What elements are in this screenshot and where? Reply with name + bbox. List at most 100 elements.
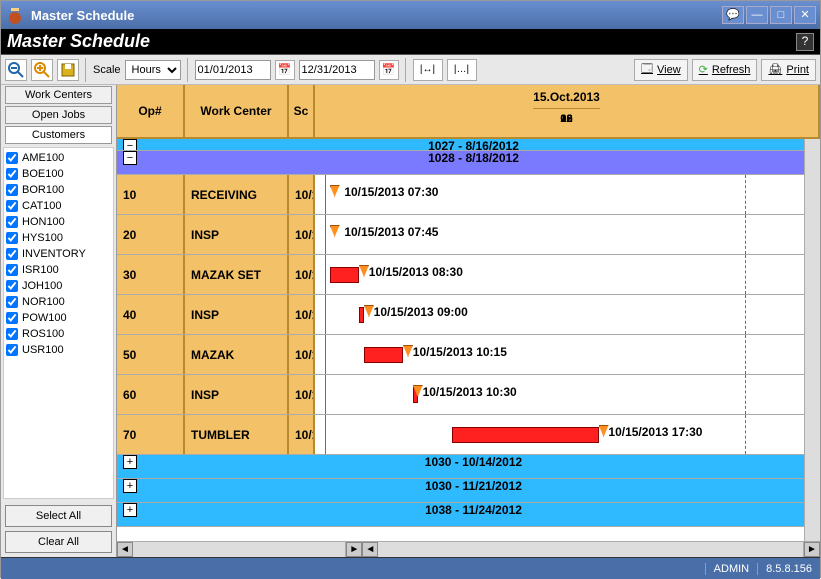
zoom-range-button[interactable]: |↔|: [413, 59, 443, 81]
customer-checkbox[interactable]: [6, 344, 18, 356]
save-button[interactable]: [57, 59, 79, 81]
customer-checkbox[interactable]: [6, 168, 18, 180]
customer-label: HON100: [22, 216, 65, 228]
customer-item[interactable]: BOR100: [6, 182, 111, 198]
scale-label: Scale: [93, 64, 121, 76]
job-label: 1030 - 10/14/2012: [143, 455, 804, 478]
op-row: 20INSP10/110/15/2013 07:45: [117, 215, 804, 255]
gantt-area: Op# Work Center Sc 15.Oct.2013 081216200…: [117, 85, 820, 557]
speech-button[interactable]: 💬: [722, 6, 744, 24]
print-icon: 🖨: [768, 63, 782, 76]
view-button[interactable]: 🗔View: [634, 59, 688, 81]
expand-toggle[interactable]: −: [123, 151, 137, 165]
hscroll-right-2[interactable]: ►: [804, 542, 820, 557]
gantt-bar[interactable]: [330, 267, 359, 283]
calendar-from-button[interactable]: 📅: [275, 60, 295, 80]
op-row: 10RECEIVING10/110/15/2013 07:30: [117, 175, 804, 215]
customer-item[interactable]: JOH100: [6, 278, 111, 294]
app-icon: [5, 5, 25, 25]
op-workcenter: MAZAK: [185, 335, 289, 374]
hscroll-right-1[interactable]: ►: [346, 542, 362, 557]
date-to-input[interactable]: [299, 60, 375, 80]
customer-checkbox[interactable]: [6, 232, 18, 244]
grid-body[interactable]: −1027 - 8/16/2012−1028 - 8/18/201210RECE…: [117, 139, 804, 541]
customer-item[interactable]: BOE100: [6, 166, 111, 182]
customer-list: AME100 BOE100 BOR100CAT100 HON100 HYS100INVE…: [3, 147, 114, 499]
customer-checkbox[interactable]: [6, 280, 18, 292]
customer-checkbox[interactable]: [6, 312, 18, 324]
view-icon: 🗔: [641, 60, 653, 79]
customer-item[interactable]: USR100: [6, 342, 111, 358]
help-button[interactable]: ?: [796, 33, 814, 51]
expand-toggle[interactable]: −: [123, 139, 137, 151]
vertical-scrollbar[interactable]: [804, 139, 820, 541]
op-schedule: 10/1: [289, 295, 315, 334]
hscroll-left-2[interactable]: ◄: [362, 542, 378, 557]
scale-select[interactable]: Hours: [125, 60, 181, 80]
customer-item[interactable]: HYS100: [6, 230, 111, 246]
customer-item[interactable]: ISR100: [6, 262, 111, 278]
customer-checkbox[interactable]: [6, 328, 18, 340]
horizontal-scrollbar[interactable]: ◄ ► ◄ ►: [117, 541, 820, 557]
op-schedule: 10/1: [289, 215, 315, 254]
gantt-bar[interactable]: [452, 427, 599, 443]
status-version: 8.5.8.156: [757, 563, 812, 575]
customer-item[interactable]: POW100: [6, 310, 111, 326]
job-row[interactable]: −1027 - 8/16/2012: [117, 139, 804, 151]
close-button[interactable]: ✕: [794, 6, 816, 24]
toolbar: Scale Hours 📅 📅 |↔| |…| 🗔View ⟳Refresh 🖨…: [1, 55, 820, 85]
select-all-button[interactable]: Select All: [5, 505, 112, 527]
expand-toggle[interactable]: +: [123, 479, 137, 493]
maximize-button[interactable]: □: [770, 6, 792, 24]
gantt-bar[interactable]: [359, 307, 364, 323]
clear-all-button[interactable]: Clear All: [5, 531, 112, 553]
job-row[interactable]: +1030 - 10/14/2012: [117, 455, 804, 479]
job-row[interactable]: +1038 - 11/24/2012: [117, 503, 804, 527]
customer-item[interactable]: CAT100: [6, 198, 111, 214]
customer-checkbox[interactable]: [6, 152, 18, 164]
op-row: 60INSP10/110/15/2013 10:30: [117, 375, 804, 415]
customer-checkbox[interactable]: [6, 184, 18, 196]
calendar-to-button[interactable]: 📅: [379, 60, 399, 80]
gantt-bar-label: 10/15/2013 07:30: [344, 185, 438, 199]
expand-toggle[interactable]: +: [123, 503, 137, 517]
op-number: 30: [117, 255, 185, 294]
gantt-marker-icon: [364, 305, 374, 317]
customer-item[interactable]: ROS100: [6, 326, 111, 342]
gantt-bar-label: 10/15/2013 10:15: [413, 345, 507, 359]
fit-range-button[interactable]: |…|: [447, 59, 477, 81]
print-button[interactable]: 🖨Print: [761, 59, 816, 81]
customer-label: POW100: [22, 312, 67, 324]
customer-checkbox[interactable]: [6, 296, 18, 308]
zoom-out-button[interactable]: [5, 59, 27, 81]
tab-customers[interactable]: Customers: [5, 126, 112, 144]
job-row[interactable]: +1030 - 11/21/2012: [117, 479, 804, 503]
tab-open-jobs[interactable]: Open Jobs: [5, 106, 112, 124]
customer-checkbox[interactable]: [6, 264, 18, 276]
tab-work-centers[interactable]: Work Centers: [5, 86, 112, 104]
expand-toggle[interactable]: +: [123, 455, 137, 469]
op-timeline: 10/15/2013 07:45: [315, 215, 804, 254]
refresh-button[interactable]: ⟳Refresh: [692, 59, 758, 81]
hscroll-left-1[interactable]: ◄: [117, 542, 133, 557]
customer-item[interactable]: HON100: [6, 214, 111, 230]
op-timeline: 10/15/2013 08:30: [315, 255, 804, 294]
customer-checkbox[interactable]: [6, 248, 18, 260]
customer-item[interactable]: INVENTORY: [6, 246, 111, 262]
customer-item[interactable]: NOR100: [6, 294, 111, 310]
customer-checkbox[interactable]: [6, 200, 18, 212]
op-timeline: 10/15/2013 17:30: [315, 415, 804, 454]
customer-label: BOE100: [22, 168, 64, 180]
col-work-center: Work Center: [185, 85, 289, 137]
gantt-bar[interactable]: [364, 347, 403, 363]
customer-label: AME100: [22, 152, 64, 164]
date-from-input[interactable]: [195, 60, 271, 80]
job-row[interactable]: −1028 - 8/18/2012: [117, 151, 804, 175]
customer-checkbox[interactable]: [6, 216, 18, 228]
customer-item[interactable]: AME100: [6, 150, 111, 166]
op-workcenter: RECEIVING: [185, 175, 289, 214]
minimize-button[interactable]: —: [746, 6, 768, 24]
window-title: Master Schedule: [31, 8, 720, 23]
op-workcenter: INSP: [185, 295, 289, 334]
zoom-in-button[interactable]: [31, 59, 53, 81]
